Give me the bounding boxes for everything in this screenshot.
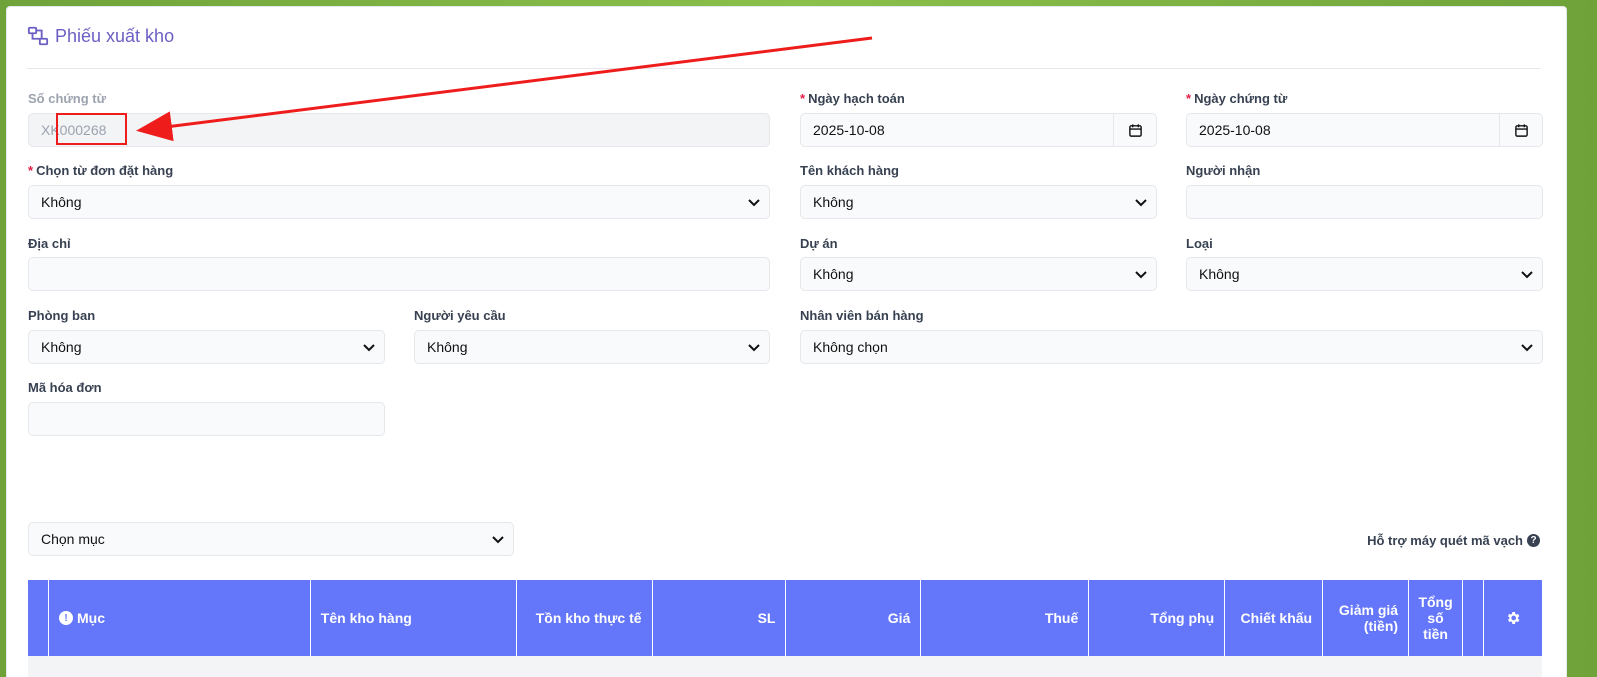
- items-table-header: ! Mục Tên kho hàng Tồn kho thực tế SL Gi…: [28, 580, 1542, 656]
- receiver-input[interactable]: [1186, 185, 1543, 219]
- table-header-warehouse: Tên kho hàng: [311, 580, 517, 656]
- required-mark: *: [28, 163, 34, 178]
- from-order-label-text: Chọn từ đơn đặt hàng: [36, 163, 174, 178]
- voucher-date-label: * Ngày chứng từ: [1186, 91, 1287, 106]
- department-label: Phòng ban: [28, 308, 96, 323]
- table-header-total-label: Tổng số tiền: [1418, 594, 1453, 642]
- chevron-down-icon: [363, 344, 375, 352]
- voucher-no-label: Số chứng từ: [28, 91, 107, 106]
- table-header-item[interactable]: ! Mục: [49, 580, 311, 656]
- chevron-down-icon: [492, 536, 504, 544]
- type-label: Loại: [1186, 236, 1213, 251]
- requester-select[interactable]: Không: [414, 330, 770, 364]
- calendar-icon: [1128, 123, 1142, 137]
- posting-date-label-text: Ngày hạch toán: [808, 91, 905, 106]
- voucher-date-value: 2025-10-08: [1199, 122, 1271, 138]
- address-input[interactable]: [28, 257, 770, 291]
- barcode-support-link[interactable]: Hỗ trợ máy quét mã vạch ?: [1367, 533, 1540, 548]
- sales-staff-select[interactable]: Không chọn: [800, 330, 1543, 364]
- chevron-down-icon: [1521, 271, 1533, 279]
- table-header-stock-label: Tồn kho thực tế: [535, 610, 642, 626]
- voucher-no-input: XK000268: [28, 113, 770, 147]
- requester-value: Không: [427, 339, 468, 355]
- sales-staff-label: Nhân viên bán hàng: [800, 308, 924, 323]
- table-header-price: Giá: [786, 580, 922, 656]
- items-select[interactable]: Chọn mục: [28, 522, 514, 556]
- table-header-subtotal-label: Tổng phụ: [1150, 610, 1215, 626]
- table-header-subtotal: Tổng phụ: [1089, 580, 1226, 656]
- department-value: Không: [41, 339, 82, 355]
- posting-date-input[interactable]: 2025-10-08: [800, 113, 1157, 147]
- table-header-total: Tổng số tiền: [1409, 580, 1464, 656]
- voucher-date-calendar-button[interactable]: [1499, 114, 1542, 146]
- invoice-code-label: Mã hóa đơn: [28, 380, 102, 395]
- voucher-date-label-text: Ngày chứng từ: [1194, 91, 1288, 106]
- page-title: Phiếu xuất kho: [27, 25, 174, 47]
- header-divider: [27, 68, 1540, 69]
- chevron-down-icon: [1135, 199, 1147, 207]
- table-header-qty-label: SL: [757, 610, 776, 626]
- help-icon[interactable]: ?: [1527, 534, 1540, 547]
- page-title-text: Phiếu xuất kho: [55, 25, 175, 46]
- department-select[interactable]: Không: [28, 330, 385, 364]
- table-header-discount-label: Chiết khấu: [1240, 610, 1313, 626]
- project-label: Dự án: [800, 236, 838, 251]
- sales-staff-value: Không chọn: [813, 339, 888, 355]
- flow-icon: [27, 26, 49, 46]
- table-header-discount-amount: Giảm giá (tiền): [1323, 580, 1410, 656]
- voucher-date-input[interactable]: 2025-10-08: [1186, 113, 1543, 147]
- table-header-discount-amount-label: Giảm giá (tiền): [1338, 602, 1399, 634]
- project-value: Không: [813, 266, 854, 282]
- table-header-tax-label: Thuế: [1044, 610, 1079, 626]
- from-order-label: * Chọn từ đơn đặt hàng: [28, 163, 173, 178]
- posting-date-value: 2025-10-08: [813, 122, 885, 138]
- annotation-highlight-box: [56, 113, 127, 145]
- calendar-icon: [1514, 123, 1528, 137]
- table-header-item-label: Mục: [76, 610, 105, 626]
- requester-label: Người yêu cầu: [414, 308, 506, 323]
- customer-label: Tên khách hàng: [800, 163, 899, 178]
- table-header-spacer: [1463, 580, 1485, 656]
- barcode-support-label: Hỗ trợ máy quét mã vạch: [1367, 533, 1523, 548]
- chevron-down-icon: [748, 199, 760, 207]
- type-select[interactable]: Không: [1186, 257, 1543, 291]
- project-select[interactable]: Không: [800, 257, 1157, 291]
- customer-select[interactable]: Không: [800, 185, 1157, 219]
- table-header-qty: SL: [653, 580, 787, 656]
- table-header-stock: Tồn kho thực tế: [517, 580, 653, 656]
- customer-value: Không: [813, 194, 854, 210]
- table-settings-button[interactable]: [1484, 580, 1542, 656]
- form-card: Phiếu xuất kho Số chứng từ XK000268 * Ngà…: [6, 6, 1567, 677]
- required-mark: *: [1186, 91, 1192, 106]
- gear-icon: [1507, 612, 1520, 624]
- chevron-down-icon: [1135, 271, 1147, 279]
- table-header-tax: Thuế: [921, 580, 1090, 656]
- info-icon: !: [58, 611, 73, 625]
- posting-date-label: * Ngày hạch toán: [800, 91, 905, 106]
- table-first-row: [28, 656, 1542, 677]
- posting-date-calendar-button[interactable]: [1113, 114, 1156, 146]
- table-header-warehouse-label: Tên kho hàng: [320, 610, 412, 626]
- invoice-code-input[interactable]: [28, 402, 385, 436]
- chevron-down-icon: [748, 344, 760, 352]
- items-select-value: Chọn mục: [41, 531, 105, 547]
- type-value: Không: [1199, 266, 1240, 282]
- chevron-down-icon: [1521, 344, 1533, 352]
- from-order-select[interactable]: Không: [28, 185, 770, 219]
- receiver-label: Người nhận: [1186, 163, 1261, 178]
- table-header-blank: [28, 580, 49, 656]
- table-header-discount: Chiết khấu: [1225, 580, 1324, 656]
- table-header-price-label: Giá: [887, 610, 911, 626]
- required-mark: *: [800, 91, 806, 106]
- from-order-value: Không: [41, 194, 82, 210]
- address-label: Địa chỉ: [28, 236, 71, 251]
